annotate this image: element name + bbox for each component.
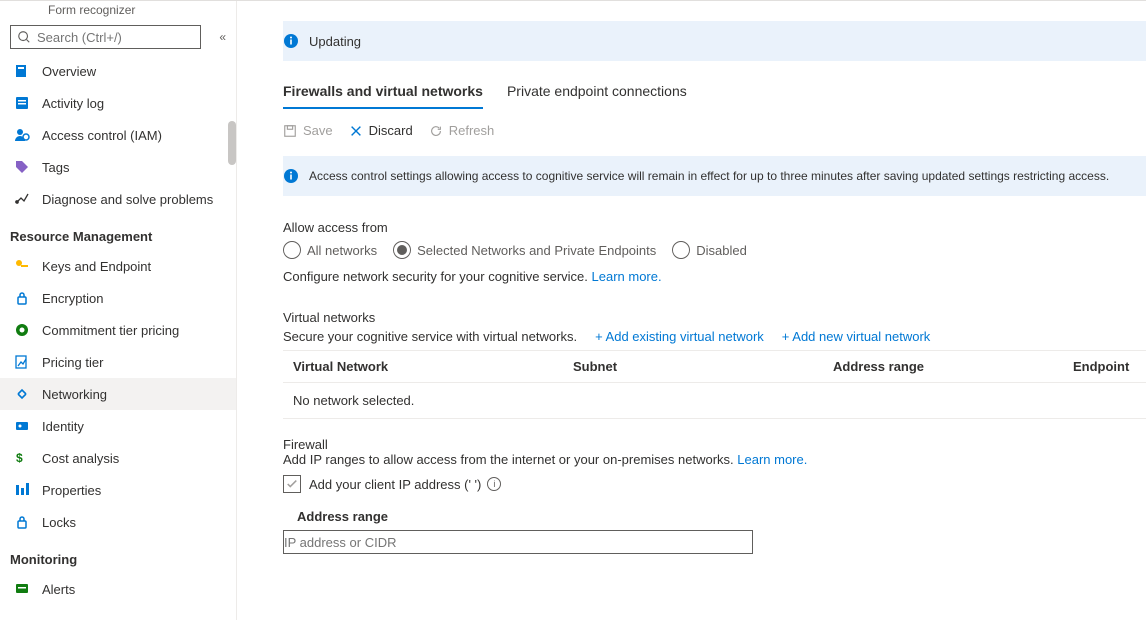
- address-range-label: Address range: [297, 509, 1146, 524]
- sidebar-item-label: Pricing tier: [42, 355, 103, 370]
- sidebar-item-label: Activity log: [42, 96, 104, 111]
- sidebar-item-label: Access control (IAM): [42, 128, 162, 143]
- access-help: Configure network security for your cogn…: [283, 269, 1146, 284]
- sidebar-item-label: Networking: [42, 387, 107, 402]
- learn-more-link[interactable]: Learn more.: [592, 269, 662, 284]
- collapse-sidebar-button[interactable]: «: [219, 30, 226, 44]
- sidebar-item-access-control[interactable]: Access control (IAM): [0, 119, 236, 151]
- info-icon: [283, 168, 299, 184]
- diagnose-icon: [14, 191, 30, 207]
- save-icon: [283, 124, 297, 138]
- access-control-icon: [14, 127, 30, 143]
- scrollbar-thumb[interactable]: [228, 121, 236, 165]
- sidebar-item-commitment[interactable]: Commitment tier pricing: [0, 314, 236, 346]
- vnet-empty-row: No network selected.: [283, 382, 1146, 418]
- updating-banner: Updating: [283, 21, 1146, 61]
- sidebar-item-label: Diagnose and solve problems: [42, 192, 213, 207]
- identity-icon: [14, 418, 30, 434]
- tags-icon: [14, 159, 30, 175]
- add-client-ip-checkbox[interactable]: [283, 475, 301, 493]
- sidebar-item-label: Keys and Endpoint: [42, 259, 151, 274]
- sidebar-item-overview[interactable]: Overview: [0, 55, 236, 87]
- sidebar-item-label: Alerts: [42, 582, 75, 597]
- access-from-label: Allow access from: [283, 220, 1146, 235]
- sidebar-item-encryption[interactable]: Encryption: [0, 282, 236, 314]
- refresh-icon: [429, 124, 443, 138]
- discard-button[interactable]: Discard: [349, 123, 413, 138]
- vnet-table: Virtual Network Subnet Address range End…: [283, 350, 1146, 419]
- sidebar-item-cost[interactable]: $ Cost analysis: [0, 442, 236, 474]
- sidebar-item-identity[interactable]: Identity: [0, 410, 236, 442]
- sidebar-item-tags[interactable]: Tags: [0, 151, 236, 183]
- add-new-vnet-link[interactable]: + Add new virtual network: [782, 329, 931, 344]
- client-ip-label: Add your client IP address (' '): [309, 477, 481, 492]
- sidebar-item-label: Tags: [42, 160, 69, 175]
- pricing-icon: [14, 354, 30, 370]
- firewall-learn-more-link[interactable]: Learn more.: [737, 452, 807, 467]
- sidebar-item-label: Encryption: [42, 291, 103, 306]
- sidebar-item-diagnose[interactable]: Diagnose and solve problems: [0, 183, 236, 215]
- search-box[interactable]: [10, 25, 201, 49]
- search-input[interactable]: [37, 30, 194, 45]
- radio-selected-networks[interactable]: Selected Networks and Private Endpoints: [393, 241, 656, 259]
- save-label: Save: [303, 123, 333, 138]
- address-range-input[interactable]: [283, 530, 753, 554]
- add-existing-vnet-link[interactable]: + Add existing virtual network: [595, 329, 764, 344]
- sidebar-item-label: Commitment tier pricing: [42, 323, 179, 338]
- radio-label: Selected Networks and Private Endpoints: [417, 243, 656, 258]
- key-icon: [14, 258, 30, 274]
- info-bar: Access control settings allowing access …: [283, 156, 1146, 196]
- refresh-button[interactable]: Refresh: [429, 123, 495, 138]
- col-subnet[interactable]: Subnet: [573, 359, 833, 374]
- sidebar-item-activity-log[interactable]: Activity log: [0, 87, 236, 119]
- commitment-icon: [14, 322, 30, 338]
- close-icon: [349, 124, 363, 138]
- section-resource-management: Resource Management: [0, 215, 236, 250]
- sidebar-item-networking[interactable]: Networking: [0, 378, 236, 410]
- sidebar-item-label: Overview: [42, 64, 96, 79]
- col-endpoint[interactable]: Endpoint: [1073, 359, 1129, 374]
- vnet-help: Secure your cognitive service with virtu…: [283, 329, 577, 344]
- banner-text: Updating: [309, 34, 361, 49]
- sidebar-item-label: Locks: [42, 515, 76, 530]
- col-address-range[interactable]: Address range: [833, 359, 1073, 374]
- tab-private-endpoint[interactable]: Private endpoint connections: [507, 83, 687, 109]
- radio-all-networks[interactable]: All networks: [283, 241, 377, 259]
- sidebar-item-label: Identity: [42, 419, 84, 434]
- resource-name: Form recognizer: [0, 1, 236, 21]
- sidebar-item-properties[interactable]: Properties: [0, 474, 236, 506]
- alerts-icon: [14, 581, 30, 597]
- properties-icon: [14, 482, 30, 498]
- discard-label: Discard: [369, 123, 413, 138]
- section-monitoring: Monitoring: [0, 538, 236, 573]
- refresh-label: Refresh: [449, 123, 495, 138]
- radio-disabled[interactable]: Disabled: [672, 241, 747, 259]
- firewall-help: Add IP ranges to allow access from the i…: [283, 452, 1146, 467]
- info-icon[interactable]: i: [487, 477, 501, 491]
- radio-label: All networks: [307, 243, 377, 258]
- sidebar-item-alerts[interactable]: Alerts: [0, 573, 236, 605]
- vnet-title: Virtual networks: [283, 310, 1146, 325]
- sidebar-item-label: Properties: [42, 483, 101, 498]
- sidebar-item-keys[interactable]: Keys and Endpoint: [0, 250, 236, 282]
- info-text: Access control settings allowing access …: [309, 169, 1109, 183]
- info-icon: [283, 33, 299, 49]
- sidebar-item-label: Cost analysis: [42, 451, 119, 466]
- networking-icon: [14, 386, 30, 402]
- activity-log-icon: [14, 95, 30, 111]
- search-icon: [17, 30, 31, 44]
- encryption-icon: [14, 290, 30, 306]
- sidebar-item-locks[interactable]: Locks: [0, 506, 236, 538]
- sidebar-item-pricing[interactable]: Pricing tier: [0, 346, 236, 378]
- firewall-title: Firewall: [283, 437, 1146, 452]
- overview-icon: [14, 63, 30, 79]
- svg-text:$: $: [16, 451, 23, 465]
- locks-icon: [14, 514, 30, 530]
- cost-icon: $: [14, 450, 30, 466]
- save-button[interactable]: Save: [283, 123, 333, 138]
- col-virtual-network[interactable]: Virtual Network: [293, 359, 573, 374]
- tab-firewalls[interactable]: Firewalls and virtual networks: [283, 83, 483, 109]
- radio-label: Disabled: [696, 243, 747, 258]
